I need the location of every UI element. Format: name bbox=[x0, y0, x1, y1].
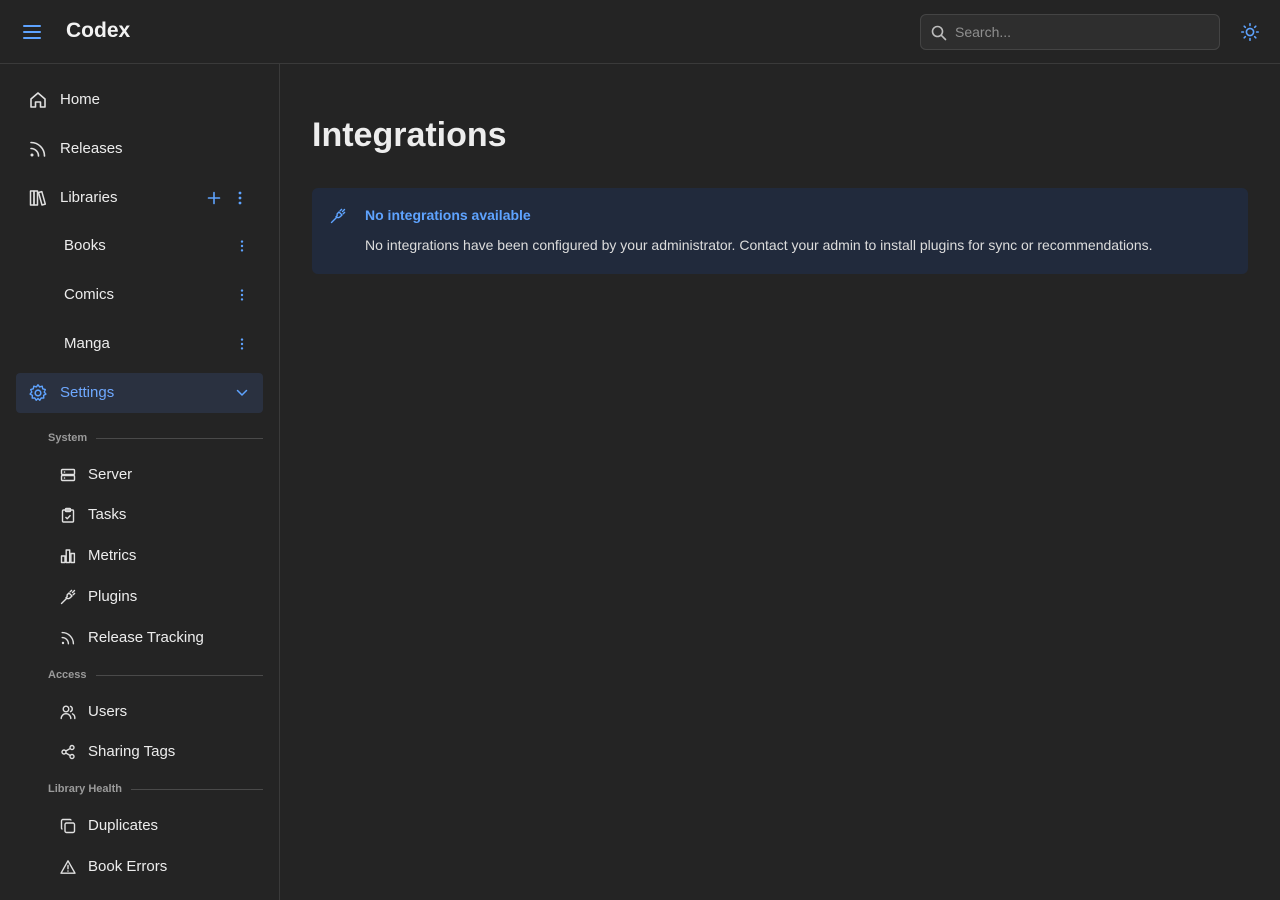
sidebar: Home Releases Libraries Books Comics Man… bbox=[0, 64, 280, 900]
info-alert: No integrations available No integration… bbox=[312, 188, 1248, 274]
library-label: Books bbox=[64, 237, 106, 254]
settings-item-plugins[interactable]: Plugins bbox=[48, 579, 263, 615]
settings-item-label: Users bbox=[88, 703, 128, 720]
chevron-down-icon[interactable] bbox=[232, 383, 252, 403]
settings-item-duplicates[interactable]: Duplicates bbox=[48, 808, 263, 844]
sidebar-item-home[interactable]: Home bbox=[16, 80, 263, 120]
top-app-bar: Codex bbox=[0, 0, 1280, 64]
users-icon bbox=[60, 704, 76, 720]
server-icon bbox=[60, 467, 76, 483]
settings-item-label: Release Tracking bbox=[88, 629, 204, 646]
sidebar-item-label: Home bbox=[60, 91, 101, 108]
settings-item-users[interactable]: Users bbox=[48, 694, 263, 730]
sidebar-item-label: Releases bbox=[60, 140, 123, 157]
settings-item-sharing-tags[interactable]: Sharing Tags bbox=[48, 734, 263, 770]
divider bbox=[130, 788, 263, 790]
settings-item-book-errors[interactable]: Book Errors bbox=[48, 849, 263, 885]
settings-item-label: Book Errors bbox=[88, 858, 168, 875]
settings-item-release-tracking[interactable]: Release Tracking bbox=[48, 620, 263, 656]
settings-item-label: Sharing Tags bbox=[88, 743, 176, 760]
settings-item-label: Plugins bbox=[88, 588, 138, 605]
add-library-icon[interactable] bbox=[204, 188, 224, 208]
sidebar-item-label: Libraries bbox=[60, 189, 118, 206]
settings-item-label: Tasks bbox=[88, 506, 127, 523]
settings-item-label: Server bbox=[88, 466, 133, 483]
settings-item-metrics[interactable]: Metrics bbox=[48, 538, 263, 574]
warning-icon bbox=[60, 859, 76, 875]
sidebar-library-item[interactable]: Books bbox=[16, 226, 263, 266]
more-vertical-icon[interactable] bbox=[232, 334, 252, 354]
sidebar-library-item[interactable]: Manga bbox=[16, 324, 263, 364]
section-title: System bbox=[48, 432, 88, 444]
section-header-library-health: Library Health bbox=[48, 782, 263, 796]
home-icon bbox=[28, 90, 48, 110]
library-label: Manga bbox=[64, 335, 110, 352]
section-title: Library Health bbox=[48, 783, 122, 795]
settings-item-label: Duplicates bbox=[88, 817, 159, 834]
sidebar-item-libraries[interactable]: Libraries bbox=[16, 178, 263, 218]
sun-icon[interactable] bbox=[1240, 22, 1260, 42]
sidebar-item-releases[interactable]: Releases bbox=[16, 129, 263, 169]
section-header-access: Access bbox=[48, 668, 263, 682]
search-input[interactable] bbox=[955, 15, 1211, 49]
sidebar-item-settings[interactable]: Settings bbox=[16, 373, 263, 413]
app-title[interactable]: Codex bbox=[66, 19, 130, 43]
gear-icon bbox=[28, 383, 48, 403]
divider bbox=[95, 674, 263, 676]
settings-item-server[interactable]: Server bbox=[48, 457, 263, 493]
search-icon bbox=[931, 25, 947, 41]
divider bbox=[96, 437, 263, 439]
more-vertical-icon[interactable] bbox=[230, 188, 250, 208]
more-vertical-icon[interactable] bbox=[232, 285, 252, 305]
sidebar-library-item[interactable]: Comics bbox=[16, 275, 263, 315]
library-icon bbox=[28, 188, 48, 208]
plug-icon bbox=[330, 208, 346, 224]
share-icon bbox=[60, 744, 76, 760]
more-vertical-icon[interactable] bbox=[232, 236, 252, 256]
settings-item-label: Metrics bbox=[88, 547, 137, 564]
section-header-system: System bbox=[48, 431, 263, 445]
plug-icon bbox=[60, 589, 76, 605]
clipboard-icon bbox=[60, 507, 76, 523]
sidebar-item-label: Settings bbox=[60, 384, 115, 401]
section-title: Access bbox=[48, 669, 87, 681]
rss-icon bbox=[28, 139, 48, 159]
alert-title: No integrations available bbox=[365, 207, 531, 223]
page-title: Integrations bbox=[312, 116, 507, 154]
library-label: Comics bbox=[64, 286, 115, 303]
hamburger-menu-icon[interactable] bbox=[20, 20, 44, 44]
search-box[interactable] bbox=[920, 14, 1220, 50]
bar-chart-icon bbox=[60, 548, 76, 564]
rss-icon bbox=[60, 630, 76, 646]
alert-message: No integrations have been configured by … bbox=[365, 237, 1153, 253]
settings-item-tasks[interactable]: Tasks bbox=[48, 497, 263, 533]
copy-icon bbox=[60, 818, 76, 834]
